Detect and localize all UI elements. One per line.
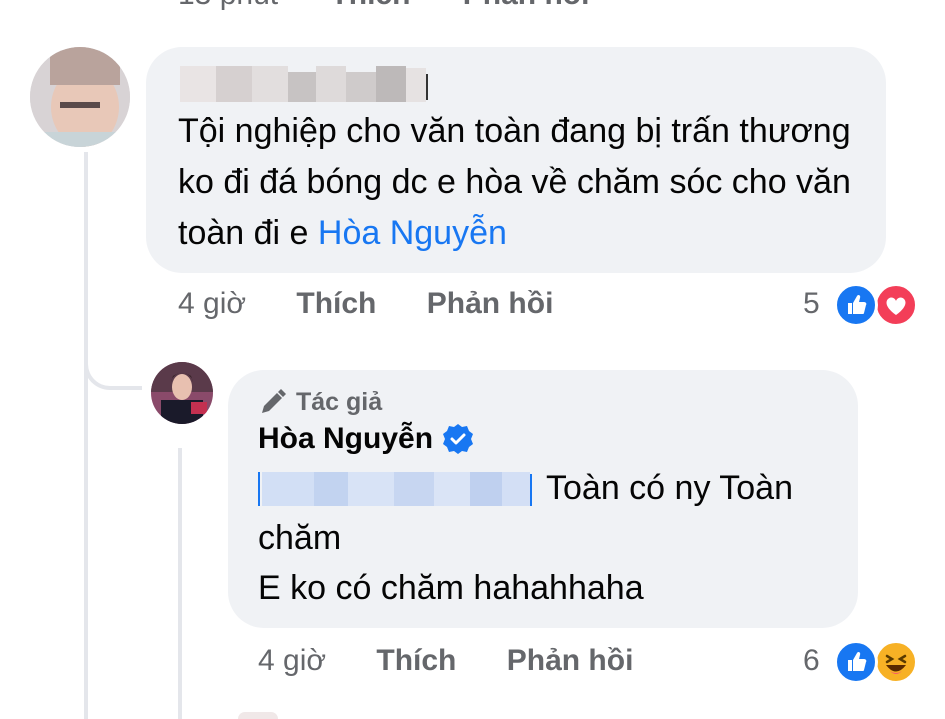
reply-line-2: chăm [258, 519, 342, 557]
author-name[interactable]: Hòa Nguyễn [258, 422, 433, 456]
avatar[interactable] [30, 47, 130, 147]
reply-like-button[interactable]: Thích [376, 644, 456, 677]
reply-reply-button[interactable]: Phản hồi [507, 644, 634, 677]
reply-author: Hòa Nguyễn [258, 422, 475, 456]
like-icon[interactable] [834, 283, 878, 327]
like-button[interactable]: Thích [296, 287, 376, 320]
previous-like-button[interactable]: Thích [330, 0, 410, 11]
author-badge: Tác giả [258, 386, 382, 418]
reply-button[interactable]: Phản hồi [427, 287, 554, 320]
haha-icon[interactable] [874, 640, 918, 684]
author-name-redacted [180, 62, 430, 108]
love-icon[interactable] [874, 283, 918, 327]
comment-body: Tội nghiệp cho văn toàn đang bị trấn thư… [178, 112, 851, 252]
verified-badge-icon [441, 422, 475, 456]
author-badge-label: Tác giả [296, 387, 383, 416]
thread-line-main [84, 152, 88, 719]
reply-reaction-count[interactable]: 6 [803, 644, 820, 678]
reply-line-3: E ko có chăm hahahhaha [258, 569, 644, 607]
thread-line-reply [178, 448, 182, 719]
reaction-count[interactable]: 5 [803, 287, 820, 321]
comment-time[interactable]: 4 giờ [178, 287, 246, 320]
reply-avatar[interactable] [151, 362, 213, 424]
next-reply-avatar-partial [238, 712, 278, 719]
previous-comment-meta: 13 phút Thích Phản hồi [178, 0, 589, 12]
pencil-icon [258, 387, 288, 417]
mention-redacted [258, 468, 536, 510]
reply-time[interactable]: 4 giờ [258, 644, 326, 677]
mention-link[interactable]: Hòa Nguyễn [318, 214, 507, 252]
previous-reply-button[interactable]: Phản hồi [463, 0, 590, 11]
reply-meta: 4 giờ Thích Phản hồi [258, 644, 633, 678]
previous-time: 13 phút [178, 0, 278, 11]
reply-line-1: Toàn có ny Toàn [546, 469, 793, 507]
comment-text: Tội nghiệp cho văn toàn đang bị trấn thư… [178, 106, 868, 259]
thread-connector [84, 330, 142, 390]
comment-meta: 4 giờ Thích Phản hồi [178, 287, 553, 321]
like-icon[interactable] [834, 640, 878, 684]
